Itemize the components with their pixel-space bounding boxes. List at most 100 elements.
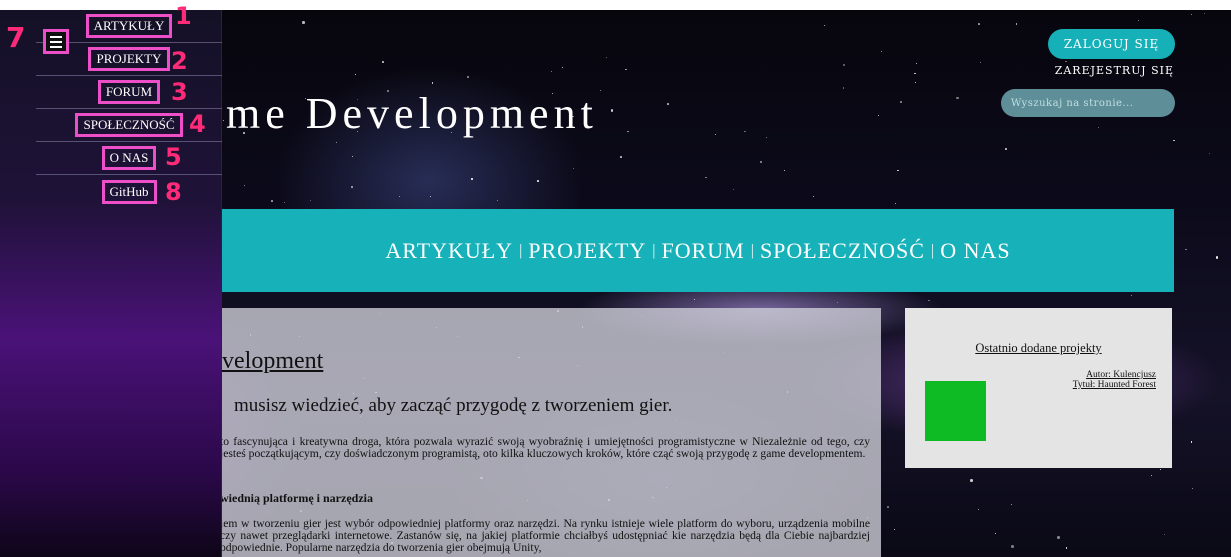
recent-projects-card: Ostatnio dodane projekty Autor: Kulencju… [905,308,1172,468]
star [606,57,608,59]
star [842,86,845,89]
star [915,62,917,64]
star [823,25,825,27]
star [354,74,356,76]
star [956,96,959,99]
star [1190,14,1192,16]
star [878,114,880,116]
nav-separator: | [652,241,656,259]
sidebar-item-label: FORUM [97,80,161,104]
star [550,70,553,73]
recent-project-title[interactable]: Tytuł: Haunted Forest [1073,380,1156,390]
star [900,101,902,103]
recent-projects-title[interactable]: Ostatnio dodane projekty [905,341,1172,356]
star [1011,503,1013,505]
main-navbar: ARTYKUŁY | PROJEKTY | FORUM | SPOŁECZNOŚ… [222,209,1174,292]
star [1057,536,1060,539]
star [1130,295,1132,297]
recent-project-author[interactable]: Autor: Kulencjusz [1073,370,1156,380]
search-input[interactable] [1001,89,1175,117]
sidebar-item-label: PROJEKTY [88,47,170,71]
star [1191,488,1193,490]
star [897,169,899,172]
star [600,90,602,92]
star [842,63,846,67]
sidebar-item-label: GitHub [101,179,157,204]
star [244,184,246,186]
annotation-number: 3 [171,78,188,106]
star [1005,147,1007,150]
star [895,202,897,204]
star [222,119,224,121]
sidebar-item-label: ARTYKUŁY [85,14,173,38]
article-title: velopment [222,348,324,374]
nav-link-about[interactable]: O NAS [936,238,1014,264]
star [1011,545,1014,548]
star [431,82,434,84]
register-link[interactable]: ZAREJESTRUJ SIĘ [1040,64,1174,77]
nav-separator: | [930,241,935,259]
star [470,178,473,180]
star [978,23,980,25]
star [759,160,762,164]
star [732,188,734,190]
star [284,202,286,204]
nav-link-community[interactable]: SPOŁECZNOŚĆ [756,238,929,264]
star [350,185,354,189]
sidebar-item-github[interactable]: GitHub [36,175,222,208]
star [271,199,273,202]
sidebar-item-label: SPOŁECZNOŚĆ [75,113,183,137]
star [1065,547,1068,549]
star [977,509,979,511]
sidebar-item-forum[interactable]: FORUM [36,76,222,109]
article-paragraph: iem w tworzeniu gier jest wybór odpowied… [222,517,870,554]
star [705,176,707,179]
site-title: me Development [226,89,598,138]
star [693,299,695,301]
annotation-number: 8 [165,178,182,206]
star [382,61,384,63]
nav-link-articles[interactable]: ARTYKUŁY [381,238,517,264]
sidebar: ARTYKUŁY PROJEKTY FORUM SPOŁECZNOŚĆ O NA… [0,10,222,557]
nav-link-forum[interactable]: FORUM [657,238,748,264]
recent-project-meta[interactable]: Autor: Kulencjusz Tytuł: Haunted Forest [1073,370,1156,390]
star [399,195,401,197]
star [914,82,916,84]
star [1015,23,1018,25]
star [970,479,973,482]
sidebar-item-about[interactable]: O NAS [36,142,222,175]
sidebar-item-label: O NAS [101,146,157,170]
annotation-number: 1 [175,2,192,30]
article-section-heading: wiednią platformę i narzędzia [222,491,373,505]
star [336,141,338,143]
star [994,532,996,534]
star [979,61,981,63]
nav-link-projects[interactable]: PROJEKTY [524,238,650,264]
hamburger-menu-icon[interactable] [43,29,69,54]
star [887,506,889,508]
star [1190,441,1193,443]
annotation-number: 4 [189,110,206,138]
annotation-number: 7 [6,21,26,54]
star [880,51,882,53]
star [837,301,839,303]
article-paragraph: to fascynująca i kreatywna droga, która … [222,435,870,460]
star [1185,248,1187,251]
star [572,168,574,170]
star [466,75,470,79]
recent-project-thumbnail[interactable] [925,381,986,441]
star [744,130,746,133]
star [429,196,431,198]
article-panel: velopment musisz wiedzieć, aby zacząć pr… [222,308,881,557]
star [667,103,669,105]
nav-separator: | [519,241,523,259]
star [497,200,499,202]
star [309,200,311,202]
star [914,72,916,75]
star [302,21,305,24]
login-button[interactable]: ZALOGUJ SIĘ [1048,29,1175,59]
star [610,109,614,112]
star [1138,20,1140,22]
star [1163,533,1166,536]
star [893,528,895,530]
